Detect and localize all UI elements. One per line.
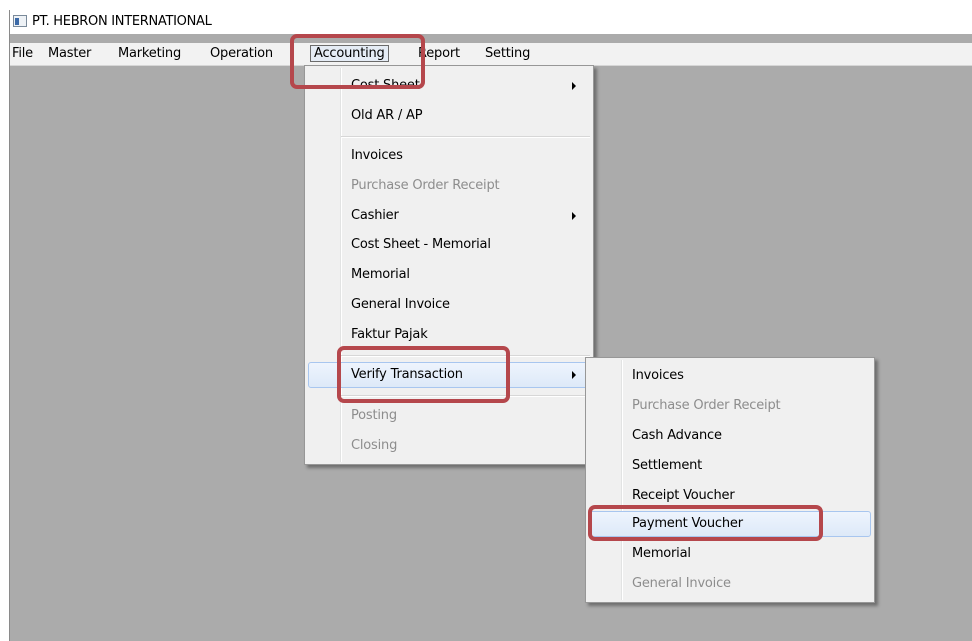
menu-item-label: General Invoice	[351, 297, 450, 312]
menu-item-label: Cost Sheet - Memorial	[351, 237, 491, 252]
menu-item-label: Old AR / AP	[351, 108, 423, 123]
submenu-item-invoices[interactable]: Invoices	[589, 363, 871, 389]
menu-item-label: Cash Advance	[632, 428, 722, 443]
menu-item-label: Purchase Order Receipt	[351, 178, 500, 193]
menu-item-faktur-pajak[interactable]: Faktur Pajak	[308, 322, 590, 348]
menu-item-posting: Posting	[308, 403, 590, 429]
menu-item-label: General Invoice	[632, 576, 731, 591]
menu-setting[interactable]: Setting	[485, 46, 530, 61]
submenu-item-memorial[interactable]: Memorial	[589, 541, 871, 567]
menu-item-closing: Closing	[308, 433, 590, 459]
submenu-arrow-icon	[572, 212, 576, 220]
accounting-menu: Cost Sheet Old AR / AP Invoices Purchase…	[304, 65, 594, 465]
menu-separator	[341, 136, 590, 138]
menu-item-purchase-order-receipt: Purchase Order Receipt	[308, 173, 590, 199]
menu-item-cost-sheet-memorial[interactable]: Cost Sheet - Memorial	[308, 232, 590, 258]
menu-master[interactable]: Master	[48, 46, 91, 61]
menu-item-label: Invoices	[632, 368, 684, 383]
menu-item-label: Receipt Voucher	[632, 488, 735, 503]
application-icon	[13, 15, 27, 27]
menu-item-label: Faktur Pajak	[351, 327, 428, 342]
menu-item-label: Memorial	[351, 267, 410, 282]
annotation-verify-transaction-highlight	[337, 346, 510, 403]
submenu-arrow-icon	[572, 82, 576, 90]
verify-transaction-submenu: Invoices Purchase Order Receipt Cash Adv…	[585, 357, 875, 603]
menu-bar: File Master Marketing Operation Accounti…	[10, 43, 972, 66]
submenu-item-cash-advance[interactable]: Cash Advance	[589, 423, 871, 449]
menu-item-invoices[interactable]: Invoices	[308, 143, 590, 169]
menu-item-label: Invoices	[351, 148, 403, 163]
menu-operation[interactable]: Operation	[210, 46, 273, 61]
menu-marketing[interactable]: Marketing	[118, 46, 181, 61]
submenu-item-settlement[interactable]: Settlement	[589, 453, 871, 479]
submenu-arrow-icon	[572, 371, 576, 379]
submenu-item-purchase-order-receipt: Purchase Order Receipt	[589, 393, 871, 419]
menu-item-label: Closing	[351, 438, 398, 453]
menu-item-old-ar-ap[interactable]: Old AR / AP	[308, 103, 590, 129]
menu-item-label: Cashier	[351, 208, 399, 223]
menu-item-label: Memorial	[632, 546, 691, 561]
annotation-accounting-highlight	[290, 34, 425, 89]
menu-item-label: Settlement	[632, 458, 703, 473]
menu-item-label: Purchase Order Receipt	[632, 398, 781, 413]
submenu-item-general-invoice: General Invoice	[589, 571, 871, 597]
annotation-payment-voucher-highlight	[588, 505, 823, 541]
menu-item-general-invoice[interactable]: General Invoice	[308, 292, 590, 318]
title-bar: PT. HEBRON INTERNATIONAL	[10, 10, 972, 34]
menu-item-label: Posting	[351, 408, 397, 423]
menu-file[interactable]: File	[12, 46, 33, 61]
window-title: PT. HEBRON INTERNATIONAL	[32, 14, 212, 29]
menu-item-cashier[interactable]: Cashier	[308, 203, 590, 229]
menu-item-memorial[interactable]: Memorial	[308, 262, 590, 288]
